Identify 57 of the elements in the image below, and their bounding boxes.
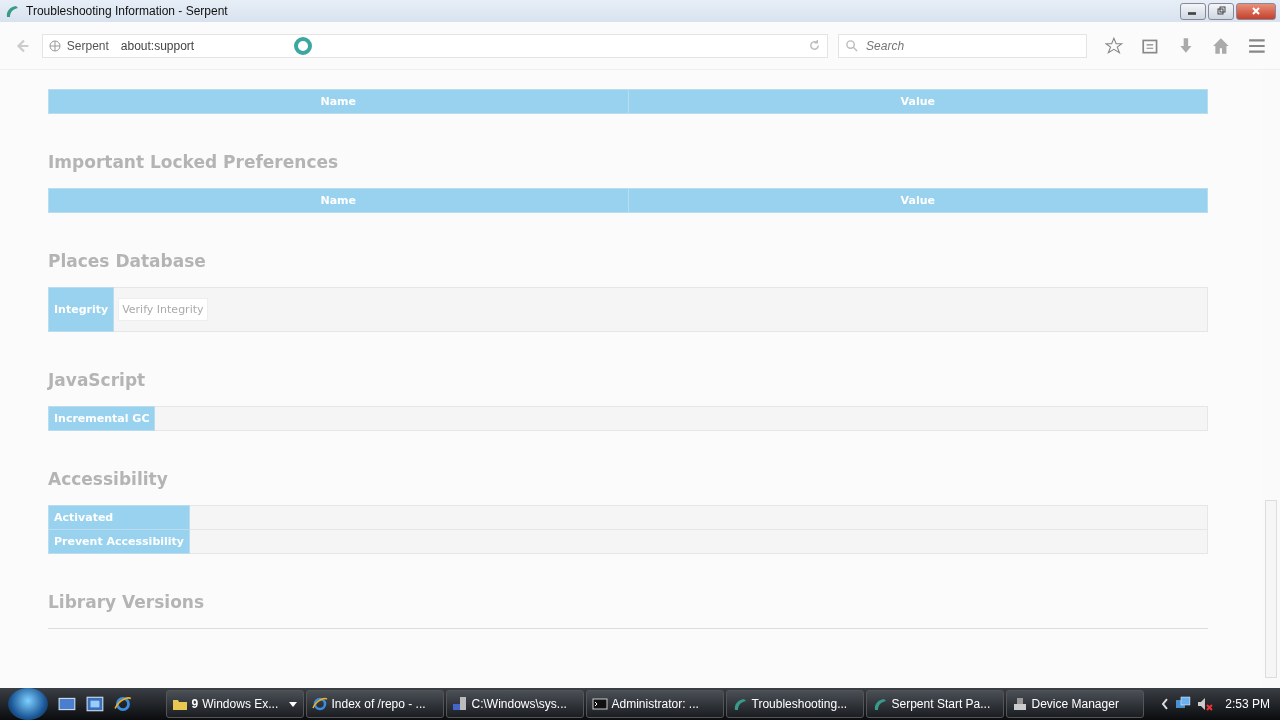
minimize-button[interactable] <box>1180 2 1206 20</box>
row-label: Activated <box>48 505 190 530</box>
section-heading: Important Locked Preferences <box>48 152 340 172</box>
chevron-icon[interactable] <box>1159 697 1170 711</box>
loading-icon <box>292 35 313 56</box>
site-identity: Serpent <box>66 38 109 53</box>
row-label: Prevent Accessibility <box>48 529 190 554</box>
search-input[interactable]: Search <box>864 37 1065 54</box>
row-label: Incremental GC <box>48 406 155 431</box>
window-title: Troubleshooting Information - Serpent <box>26 4 228 18</box>
task-label: Index of /repo - ... <box>331 697 426 711</box>
device-icon <box>1011 696 1028 712</box>
task-label: C:\Windows\sys... <box>471 697 567 711</box>
section-heading: Accessibility <box>48 469 169 489</box>
desktop-icon[interactable] <box>57 695 76 713</box>
restore-button[interactable] <box>1208 2 1234 20</box>
search-icon <box>845 39 859 52</box>
menu-icon[interactable] <box>1248 36 1267 55</box>
restore-icon <box>1216 5 1226 16</box>
column-header: Value <box>628 188 1208 213</box>
close-icon <box>1251 5 1261 16</box>
taskbar-button[interactable]: Serpent Start Pa... <box>865 690 1004 718</box>
taskbar-button[interactable]: Index of /repo - ... <box>305 690 444 718</box>
url-text: about:support <box>120 38 196 53</box>
close-button[interactable] <box>1236 2 1276 20</box>
section-heading: Library Versions <box>48 592 206 612</box>
window-switch-icon[interactable] <box>85 695 104 713</box>
row-label: Integrity <box>48 287 114 332</box>
taskbar-button[interactable]: Administrator: ... <box>585 690 724 718</box>
task-label: Troubleshooting... <box>751 697 848 711</box>
minimize-icon <box>1188 11 1196 15</box>
dropdown-icon[interactable] <box>287 699 298 709</box>
start-button[interactable] <box>8 688 48 720</box>
taskbar-button[interactable]: 9 Windows Ex... <box>165 690 304 718</box>
browser-icon <box>311 696 328 712</box>
column-header: Value <box>628 89 1208 114</box>
section-heading: JavaScript <box>48 370 147 390</box>
task-label: Device Manager <box>1031 697 1119 711</box>
globe-icon <box>48 39 61 52</box>
taskbar-button[interactable]: Device Manager <box>1005 690 1144 718</box>
task-label: Windows Ex... <box>202 697 279 711</box>
column-header: Name <box>48 188 628 213</box>
search-field[interactable]: Search <box>838 33 1088 58</box>
clock[interactable]: 2:53 PM <box>1225 697 1270 711</box>
task-label: Administrator: ... <box>611 697 699 711</box>
task-label: Serpent Start Pa... <box>891 697 991 711</box>
address-bar[interactable]: Serpent about:support <box>41 33 829 58</box>
taskbar-button[interactable]: Troubleshooting... <box>725 690 864 718</box>
scrollbar-thumb[interactable] <box>1265 500 1277 678</box>
column-header: Name <box>48 89 628 114</box>
muted-speaker-icon[interactable] <box>1197 696 1214 712</box>
browser-icon[interactable] <box>113 695 132 713</box>
star-icon[interactable] <box>1105 36 1123 55</box>
section-heading: Places Database <box>48 251 207 271</box>
taskbar-button[interactable]: C:\Windows\sys... <box>445 690 584 718</box>
window-count: 9 <box>191 697 199 711</box>
console-icon <box>591 696 608 712</box>
